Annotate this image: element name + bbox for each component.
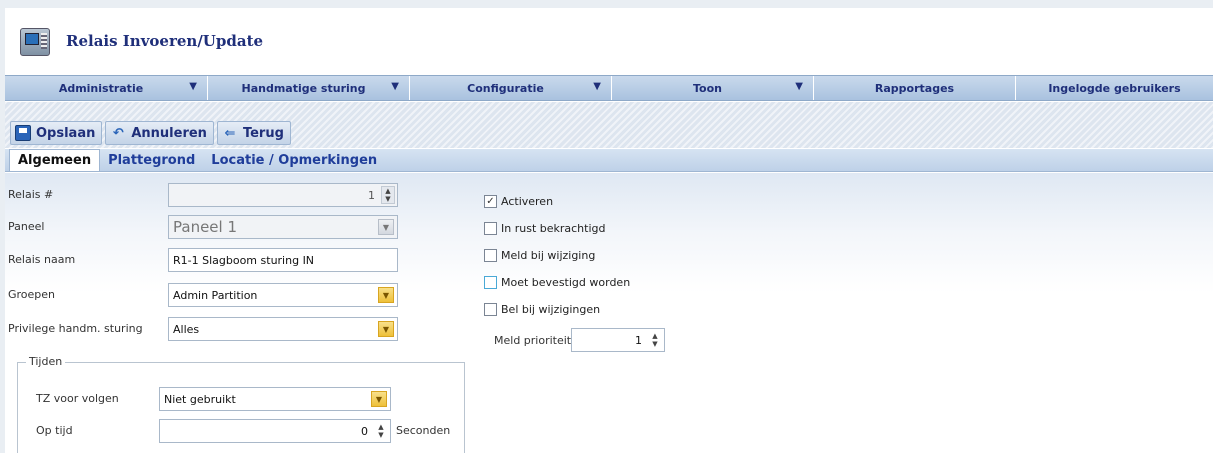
caret-down-icon[interactable]: ▼ xyxy=(391,81,399,92)
seconden-unit: Seconden xyxy=(396,424,451,437)
op-tijd-input[interactable]: 0 ▲ ▼ xyxy=(159,419,391,443)
checkbox-icon[interactable] xyxy=(484,222,497,235)
op-tijd-label: Op tijd xyxy=(36,424,73,437)
menu-administratie[interactable]: Administratie ▼ xyxy=(5,76,208,100)
chevron-down-icon[interactable]: ▼ xyxy=(371,391,387,407)
menu-handmatige-sturing[interactable]: Handmatige sturing ▼ xyxy=(208,76,410,100)
relais-naam-input[interactable]: R1-1 Slagboom sturing IN xyxy=(168,248,398,272)
checkbox-icon[interactable] xyxy=(484,303,497,316)
spinner-icon[interactable]: ▲ ▼ xyxy=(374,422,388,440)
activeren-checkbox[interactable]: ✓ Activeren xyxy=(484,195,553,208)
back-button[interactable]: ⇐ Terug xyxy=(216,121,291,145)
caret-down-icon[interactable]: ▼ xyxy=(189,81,197,92)
save-icon xyxy=(15,125,31,141)
menu-label: Rapportages xyxy=(874,81,955,95)
menu-label: Handmatige sturing xyxy=(241,81,366,95)
toolbar: Opslaan ↶ Annuleren ⇐ Terug xyxy=(10,121,291,145)
menu-ingelogde-gebruikers[interactable]: Ingelogde gebruikers xyxy=(1016,76,1213,100)
relais-naam-label: Relais naam xyxy=(8,253,76,266)
cancel-label: Annuleren xyxy=(131,125,207,141)
bevestigd-label: Moet bevestigd worden xyxy=(501,276,631,289)
tab-plattegrond[interactable]: Plattegrond xyxy=(100,149,203,171)
relais-naam-value: R1-1 Slagboom sturing IN xyxy=(173,253,315,267)
tz-label: TZ voor volgen xyxy=(36,392,119,405)
panel-icon xyxy=(20,28,50,56)
paneel-value: Paneel 1 xyxy=(173,218,238,236)
tab-bar: Algemeen Plattegrond Locatie / Opmerking… xyxy=(5,149,1213,172)
groepen-select[interactable]: Admin Partition ▼ xyxy=(168,283,398,307)
menu-label: Toon xyxy=(693,81,722,95)
in-rust-checkbox[interactable]: In rust bekrachtigd xyxy=(484,222,605,235)
undo-icon: ↶ xyxy=(112,125,124,141)
chevron-down-icon[interactable]: ▼ xyxy=(378,287,394,303)
bevestigd-checkbox[interactable]: Moet bevestigd worden xyxy=(484,276,630,289)
caret-down-icon[interactable]: ▼ xyxy=(795,81,803,92)
save-button[interactable]: Opslaan xyxy=(10,121,103,145)
menu-label: Ingelogde gebruikers xyxy=(1048,81,1181,95)
menu-label: Configuratie xyxy=(467,81,544,95)
paneel-select[interactable]: Paneel 1 ▼ xyxy=(168,215,398,239)
save-label: Opslaan xyxy=(36,125,96,141)
checkmark-icon[interactable]: ✓ xyxy=(484,195,497,208)
tijden-legend: Tijden xyxy=(26,355,66,368)
checkbox-icon[interactable] xyxy=(484,249,497,262)
chevron-down-icon[interactable]: ▼ xyxy=(378,219,394,235)
form-area: Relais # 1 ▲ ▼ Paneel Paneel 1 ▼ Relais n… xyxy=(5,173,1213,453)
bel-label: Bel bij wijzigingen xyxy=(501,303,601,316)
relais-nr-field[interactable]: 1 ▲ ▼ xyxy=(168,183,398,207)
prioriteit-label: Meld prioriteit xyxy=(494,334,572,347)
tab-locatie-opmerkingen[interactable]: Locatie / Opmerkingen xyxy=(203,149,385,171)
privilege-label: Privilege handm. sturing xyxy=(8,322,143,335)
app-window: Relais Invoeren/Update Administratie ▼ H… xyxy=(5,8,1213,453)
groepen-value: Admin Partition xyxy=(173,288,258,302)
page-header: Relais Invoeren/Update xyxy=(5,8,1213,74)
tijden-fieldset: Tijden TZ voor volgen Niet gebruikt ▼ Op… xyxy=(17,355,465,453)
back-arrow-icon: ⇐ xyxy=(224,125,236,141)
caret-down-icon[interactable]: ▼ xyxy=(593,81,601,92)
tz-value: Niet gebruikt xyxy=(164,392,236,406)
meld-wijziging-label: Meld bij wijziging xyxy=(501,249,596,262)
menu-toon[interactable]: Toon ▼ xyxy=(612,76,814,100)
spinner-icon[interactable]: ▲ ▼ xyxy=(381,186,395,204)
checkbox-icon[interactable] xyxy=(484,276,497,289)
bel-checkbox[interactable]: Bel bij wijzigingen xyxy=(484,303,600,316)
tab-algemeen[interactable]: Algemeen xyxy=(9,149,101,171)
prioriteit-value: 1 xyxy=(635,333,642,347)
menu-label: Administratie xyxy=(58,81,144,95)
relais-nr-label: Relais # xyxy=(8,188,54,201)
privilege-select[interactable]: Alles ▼ xyxy=(168,317,398,341)
paneel-label: Paneel xyxy=(8,220,45,233)
privilege-value: Alles xyxy=(173,322,200,336)
groepen-label: Groepen xyxy=(8,288,56,301)
chevron-down-icon[interactable]: ▼ xyxy=(378,321,394,337)
cancel-button[interactable]: ↶ Annuleren xyxy=(105,121,214,145)
spinner-icon[interactable]: ▲ ▼ xyxy=(648,331,662,349)
page-title: Relais Invoeren/Update xyxy=(66,32,264,50)
meld-wijziging-checkbox[interactable]: Meld bij wijziging xyxy=(484,249,595,262)
main-menu: Administratie ▼ Handmatige sturing ▼ Con… xyxy=(5,75,1213,101)
prioriteit-input[interactable]: 1 ▲ ▼ xyxy=(571,328,665,352)
relais-nr-value: 1 xyxy=(368,188,375,202)
in-rust-label: In rust bekrachtigd xyxy=(501,222,606,235)
tz-select[interactable]: Niet gebruikt ▼ xyxy=(159,387,391,411)
activeren-label: Activeren xyxy=(501,195,554,208)
menu-configuratie[interactable]: Configuratie ▼ xyxy=(410,76,612,100)
menu-rapportages[interactable]: Rapportages xyxy=(814,76,1016,100)
op-tijd-value: 0 xyxy=(361,424,368,438)
back-label: Terug xyxy=(242,125,284,141)
